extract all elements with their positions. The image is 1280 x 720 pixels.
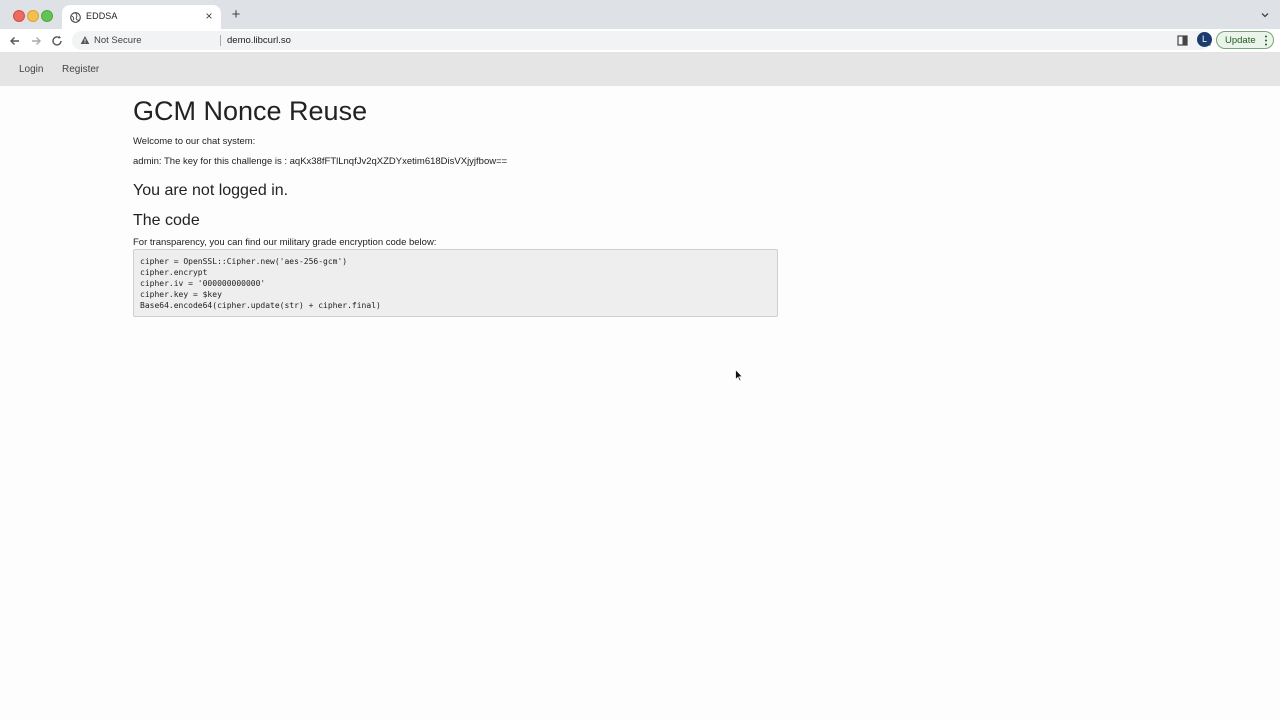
chevron-down-icon[interactable] — [1259, 9, 1271, 21]
chat-message: admin: The key for this challenge is : a… — [133, 156, 508, 167]
divider — [220, 35, 221, 46]
avatar[interactable]: L — [1197, 32, 1212, 47]
tab-title: EDDSA — [86, 11, 118, 21]
address-bar[interactable]: Not Secure demo.libcurl.so — [72, 31, 1234, 50]
welcome-text: Welcome to our chat system: — [133, 136, 256, 147]
login-link[interactable]: Login — [19, 64, 43, 75]
code-heading: The code — [133, 212, 200, 229]
mouse-cursor-icon — [735, 369, 743, 382]
register-link[interactable]: Register — [62, 64, 99, 75]
code-intro-text: For transparency, you can find our milit… — [133, 237, 437, 248]
code-line: cipher.key = $key — [140, 290, 222, 299]
warning-triangle-icon[interactable] — [80, 35, 90, 45]
arrow-right-icon[interactable] — [29, 34, 43, 48]
url-text[interactable]: demo.libcurl.so — [227, 35, 291, 46]
code-line: cipher.iv = '000000000000' — [140, 279, 266, 288]
new-tab-button[interactable]: + — [229, 7, 243, 22]
side-panel-icon[interactable] — [1177, 35, 1188, 46]
code-line: Base64.encode64(cipher.update(str) + cip… — [140, 301, 381, 310]
site-navbar: Login Register — [0, 53, 1280, 86]
window-zoom-button[interactable] — [41, 10, 53, 22]
code-line: cipher = OpenSSL::Cipher.new('aes-256-gc… — [140, 257, 348, 266]
code-block: cipher = OpenSSL::Cipher.new('aes-256-gc… — [133, 249, 778, 317]
tab-strip: EDDSA × + — [0, 0, 1280, 29]
window-minimize-button[interactable] — [27, 10, 39, 22]
window-close-button[interactable] — [13, 10, 25, 22]
security-status[interactable]: Not Secure — [94, 35, 142, 46]
login-status-heading: You are not logged in. — [133, 182, 289, 199]
code-line: cipher.encrypt — [140, 268, 208, 277]
kebab-menu-icon — [1265, 35, 1267, 46]
page-title: GCM Nonce Reuse — [133, 96, 368, 126]
update-label: Update — [1225, 35, 1256, 46]
reload-icon[interactable] — [50, 34, 64, 48]
browser-toolbar: Not Secure demo.libcurl.so L Update — [0, 29, 1280, 53]
update-button[interactable]: Update — [1216, 31, 1274, 49]
browser-tab[interactable]: EDDSA × — [62, 5, 221, 29]
tab-close-icon[interactable]: × — [203, 10, 215, 22]
arrow-left-icon[interactable] — [8, 34, 22, 48]
globe-icon — [70, 12, 81, 23]
